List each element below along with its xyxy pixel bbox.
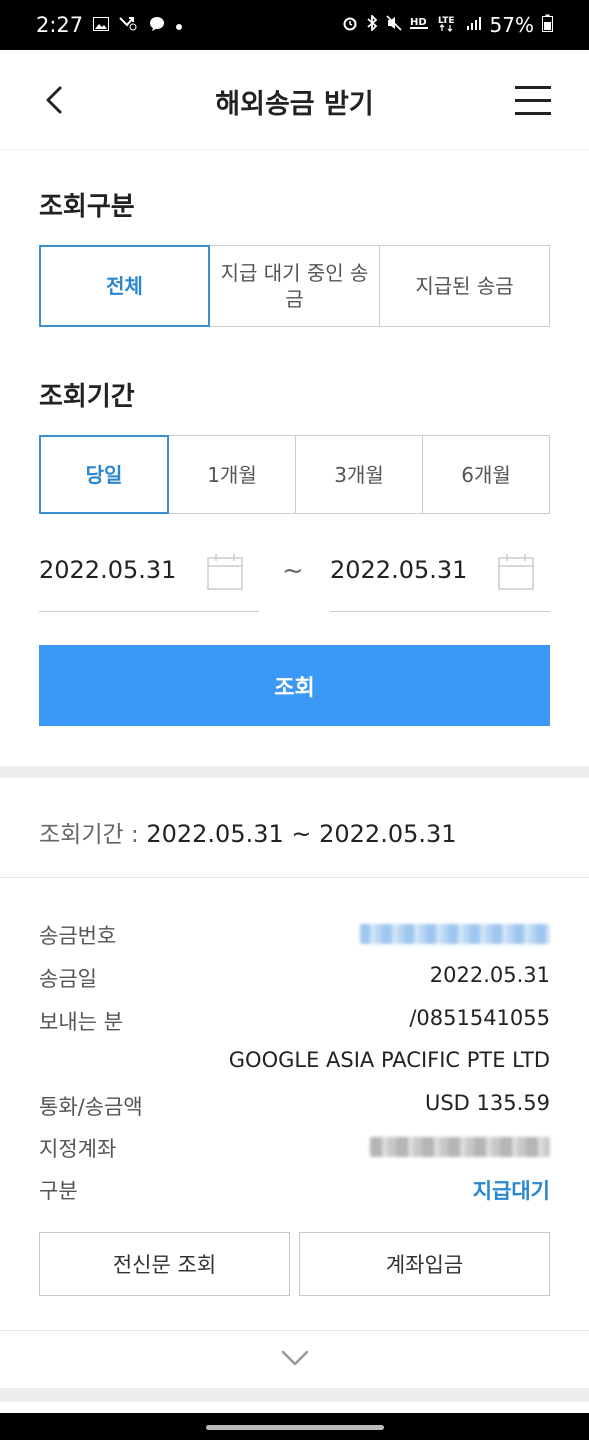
inquiry-period-label: 조회기간 bbox=[39, 382, 135, 412]
bluetooth-icon bbox=[366, 13, 378, 35]
result-period-value: 2022.05.31 ~ 2022.05.31 bbox=[146, 820, 457, 848]
inquiry-type-selector: 전체 지급 대기 중인 송금 지급된 송금 bbox=[39, 245, 550, 327]
battery-icon bbox=[542, 14, 553, 36]
redacted-account-number bbox=[370, 1137, 550, 1157]
sender-label: 보내는 분 bbox=[39, 1010, 123, 1034]
hamburger-menu-icon bbox=[515, 86, 551, 89]
status-time: 2:27 bbox=[36, 13, 84, 37]
missed-call-icon bbox=[119, 15, 139, 35]
section-divider bbox=[0, 766, 589, 778]
menu-button[interactable] bbox=[515, 86, 553, 116]
currency-amount-row: 통화/송금액 USD 135.59 bbox=[39, 1091, 550, 1121]
image-icon bbox=[93, 16, 110, 35]
inquiry-type-pending[interactable]: 지급 대기 중인 송금 bbox=[209, 245, 380, 327]
status-bar-left: 2:27 bbox=[36, 13, 183, 37]
status-row: 구분 지급대기 bbox=[39, 1175, 550, 1205]
result-divider bbox=[0, 1330, 589, 1331]
signal-icon bbox=[466, 15, 482, 35]
expand-button[interactable] bbox=[270, 1340, 320, 1376]
designated-account-value bbox=[370, 1133, 550, 1162]
page-title: 해외송금 받기 bbox=[215, 89, 374, 120]
period-1-month[interactable]: 1개월 bbox=[168, 435, 296, 514]
hamburger-menu-icon-line bbox=[515, 99, 551, 102]
mute-icon bbox=[385, 15, 402, 35]
status-label: 구분 bbox=[39, 1179, 78, 1203]
end-date-field[interactable]: 2022.05.31 bbox=[330, 538, 550, 612]
status-bar-right: HD LTE 57% bbox=[342, 13, 553, 37]
period-6-months[interactable]: 6개월 bbox=[422, 435, 550, 514]
remit-number-value bbox=[360, 920, 550, 949]
bottom-divider bbox=[0, 1388, 589, 1402]
remit-number-row: 송금번호 bbox=[39, 920, 550, 950]
remit-date-row: 송금일 2022.05.31 bbox=[39, 963, 550, 993]
sender-name: GOOGLE ASIA PACIFIC PTE LTD bbox=[228, 1048, 550, 1072]
designated-account-row: 지정계좌 bbox=[39, 1133, 550, 1163]
lte-icon: LTE bbox=[438, 14, 458, 36]
start-date-field[interactable]: 2022.05.31 bbox=[39, 538, 259, 612]
battery-level: 57% bbox=[489, 13, 534, 37]
account-deposit-button[interactable]: 계좌입금 bbox=[299, 1232, 550, 1296]
sender-name-row: GOOGLE ASIA PACIFIC PTE LTD bbox=[39, 1048, 550, 1078]
inquiry-period-selector: 당일 1개월 3개월 6개월 bbox=[39, 435, 550, 514]
system-nav-bar bbox=[0, 1413, 589, 1440]
result-period-label: 조회기간 : bbox=[39, 822, 139, 848]
summary-divider bbox=[0, 877, 589, 878]
search-button[interactable]: 조회 bbox=[39, 645, 550, 726]
home-indicator[interactable] bbox=[206, 1425, 384, 1430]
start-date-value: 2022.05.31 bbox=[39, 556, 177, 584]
remit-date-label: 송금일 bbox=[39, 967, 97, 991]
chevron-down-icon bbox=[281, 1350, 309, 1366]
hd-voice-icon: HD bbox=[409, 15, 430, 35]
remit-date-value: 2022.05.31 bbox=[429, 963, 550, 987]
status-bar: 2:27 HD LTE 57% bbox=[0, 0, 589, 50]
end-date-value: 2022.05.31 bbox=[330, 556, 468, 584]
period-today[interactable]: 당일 bbox=[39, 435, 169, 514]
inquiry-type-all[interactable]: 전체 bbox=[39, 245, 210, 327]
date-range-separator: ~ bbox=[282, 556, 304, 586]
inquiry-type-label: 조회구분 bbox=[39, 192, 135, 222]
status-badge: 지급대기 bbox=[472, 1179, 550, 1203]
calendar-icon[interactable] bbox=[498, 554, 534, 590]
alarm-icon bbox=[342, 15, 358, 35]
remit-number-label: 송금번호 bbox=[39, 924, 117, 948]
currency-amount-value: USD 135.59 bbox=[424, 1091, 550, 1115]
currency-amount-label: 통화/송금액 bbox=[39, 1095, 143, 1119]
hamburger-menu-icon-line bbox=[515, 112, 551, 115]
inquiry-type-paid[interactable]: 지급된 송금 bbox=[379, 245, 550, 327]
result-period-summary: 조회기간 : 2022.05.31 ~ 2022.05.31 bbox=[39, 815, 457, 849]
svg-text:HD: HD bbox=[410, 17, 427, 28]
sender-row: 보내는 분 /0851541055 bbox=[39, 1006, 550, 1036]
designated-account-label: 지정계좌 bbox=[39, 1137, 117, 1161]
redacted-remit-number bbox=[360, 924, 550, 944]
svg-text:LTE: LTE bbox=[438, 16, 455, 26]
messenger-icon bbox=[149, 16, 165, 35]
sender-account: /0851541055 bbox=[409, 1006, 550, 1030]
dot-icon bbox=[175, 16, 183, 35]
calendar-icon[interactable] bbox=[207, 554, 243, 590]
telegram-inquiry-button[interactable]: 전신문 조회 bbox=[39, 1232, 290, 1296]
period-3-months[interactable]: 3개월 bbox=[295, 435, 423, 514]
app-header: 해외송금 받기 bbox=[0, 50, 589, 150]
